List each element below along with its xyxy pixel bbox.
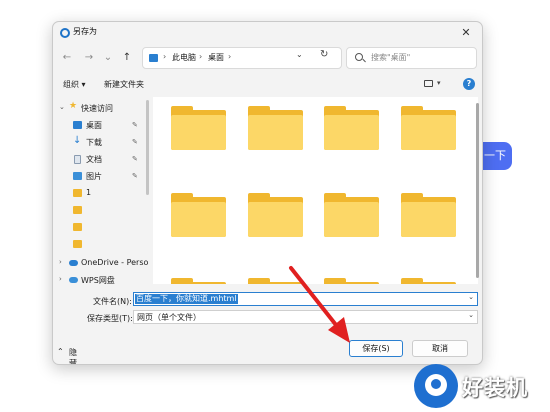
- recent-locations-icon[interactable]: ⌄: [100, 49, 116, 67]
- folder-item[interactable]: [171, 193, 226, 237]
- sidebar-item-label: 快速访问: [81, 104, 113, 113]
- folder-icon: [73, 240, 82, 248]
- chevron-right-icon[interactable]: ›: [59, 258, 62, 266]
- nav-scrollbar[interactable]: [146, 100, 149, 195]
- address-dropdown-icon[interactable]: ⌄: [296, 50, 303, 59]
- star-icon: ★: [69, 101, 78, 111]
- sidebar-item-label: 桌面: [86, 121, 102, 130]
- folder-item[interactable]: [401, 106, 456, 150]
- pin-icon: ✎: [132, 155, 138, 163]
- cloud-icon: [69, 260, 78, 266]
- view-mode-icon[interactable]: [424, 80, 433, 87]
- sidebar-item-folder[interactable]: [53, 237, 151, 251]
- breadcrumb-separator: ›: [163, 52, 167, 61]
- filename-label: 文件名(N):: [93, 297, 132, 306]
- chevron-down-icon[interactable]: ⌄: [468, 311, 474, 319]
- help-icon[interactable]: ?: [463, 78, 475, 90]
- chevron-down-icon[interactable]: ⌄: [468, 293, 474, 301]
- filename-value: 百度一下，你就知道.mhtml: [135, 294, 238, 304]
- sidebar-item-label: 1: [86, 188, 92, 197]
- sidebar-item-folder[interactable]: [53, 203, 151, 217]
- file-type-value: 网页（单个文件）: [137, 313, 201, 322]
- folder-item[interactable]: [171, 106, 226, 150]
- sidebar-item-label: 图片: [86, 172, 102, 181]
- file-type-select[interactable]: 网页（单个文件） ⌄: [133, 310, 478, 324]
- sidebar-item-label: WPS网盘: [81, 276, 115, 285]
- sidebar-item-wps-drive[interactable]: › WPS网盘: [53, 273, 151, 287]
- search-placeholder: 搜索"桌面": [371, 53, 411, 62]
- filename-field[interactable]: 百度一下，你就知道.mhtml ⌄: [133, 292, 478, 306]
- navigation-pane: ⌄ ★ 快速访问 桌面 ✎ ↓ 下载 ✎ 文档 ✎ 图片 ✎ 1 › OneDr…: [53, 97, 151, 287]
- watermark-text: 好装机: [462, 376, 528, 400]
- pc-icon: [149, 54, 158, 62]
- sidebar-item-downloads[interactable]: ↓ 下载 ✎: [53, 135, 151, 149]
- toolbar: 组织 ▾ 新建文件夹: [53, 76, 482, 94]
- folder-item[interactable]: [324, 106, 379, 150]
- pin-icon: ✎: [132, 172, 138, 180]
- folder-item[interactable]: [401, 278, 456, 284]
- cloud-icon: [69, 277, 78, 283]
- sidebar-item-quick-access[interactable]: ⌄ ★ 快速访问: [53, 101, 151, 115]
- view-dropdown-icon[interactable]: ▾: [437, 79, 441, 87]
- folder-item[interactable]: [324, 278, 379, 284]
- logo-icon: [414, 364, 458, 408]
- folder-icon: [73, 223, 82, 231]
- chevron-down-icon[interactable]: ⌄: [59, 103, 65, 111]
- sidebar-item-onedrive[interactable]: › OneDrive - Perso: [53, 256, 151, 270]
- close-button[interactable]: ✕: [456, 23, 476, 43]
- organize-button[interactable]: 组织 ▾: [63, 79, 86, 90]
- search-icon: [355, 53, 363, 61]
- chevron-right-icon[interactable]: ›: [59, 275, 62, 283]
- new-folder-button[interactable]: 新建文件夹: [104, 79, 144, 90]
- picture-icon: [73, 172, 82, 180]
- folder-item[interactable]: [248, 193, 303, 237]
- folder-item[interactable]: [248, 278, 303, 284]
- type-label: 保存类型(T):: [87, 314, 133, 323]
- breadcrumb-separator: ›: [228, 52, 232, 61]
- file-scrollbar[interactable]: [476, 103, 479, 278]
- forward-arrow-icon[interactable]: →: [81, 49, 97, 67]
- hide-folders-label: 隐藏文件夹: [69, 348, 77, 365]
- sidebar-item-folder[interactable]: [53, 220, 151, 234]
- desktop-icon: [73, 121, 82, 129]
- cancel-button[interactable]: 取消: [412, 340, 468, 357]
- sidebar-item-documents[interactable]: 文档 ✎: [53, 152, 151, 166]
- sidebar-item-label: 文档: [86, 155, 102, 164]
- title-bar: 另存为 ✕: [53, 22, 482, 44]
- app-icon: [60, 28, 70, 38]
- folder-item[interactable]: [401, 193, 456, 237]
- dialog-title: 另存为: [73, 27, 97, 36]
- chevron-up-icon: ⌃: [57, 347, 64, 356]
- back-arrow-icon[interactable]: ←: [59, 49, 75, 67]
- refresh-icon[interactable]: ↻: [320, 49, 328, 60]
- pin-icon: ✎: [132, 121, 138, 129]
- folder-icon: [73, 206, 82, 214]
- breadcrumb-this-pc[interactable]: 此电脑: [172, 52, 196, 63]
- save-button[interactable]: 保存(S): [349, 340, 403, 357]
- sidebar-item-pictures[interactable]: 图片 ✎: [53, 169, 151, 183]
- pin-icon: ✎: [132, 138, 138, 146]
- search-box[interactable]: 搜索"桌面": [346, 47, 477, 69]
- breadcrumb-desktop[interactable]: 桌面: [208, 52, 224, 63]
- breadcrumb-separator: ›: [199, 52, 203, 61]
- folder-item[interactable]: [324, 193, 379, 237]
- download-icon: ↓: [73, 135, 82, 146]
- sidebar-item-folder-1[interactable]: 1: [53, 186, 151, 200]
- folder-icon: [73, 189, 82, 197]
- sidebar-item-desktop[interactable]: 桌面 ✎: [53, 118, 151, 132]
- document-icon: [74, 155, 81, 164]
- folder-item[interactable]: [248, 106, 303, 150]
- file-list[interactable]: [153, 97, 478, 284]
- sidebar-item-label: OneDrive - Perso: [81, 258, 149, 267]
- address-bar[interactable]: › 此电脑 › 桌面 ›: [142, 47, 342, 69]
- sidebar-item-label: 下载: [86, 138, 102, 147]
- up-arrow-icon[interactable]: ↑: [119, 49, 135, 67]
- watermark-logo: 好装机: [414, 364, 546, 408]
- folder-item[interactable]: [171, 278, 226, 284]
